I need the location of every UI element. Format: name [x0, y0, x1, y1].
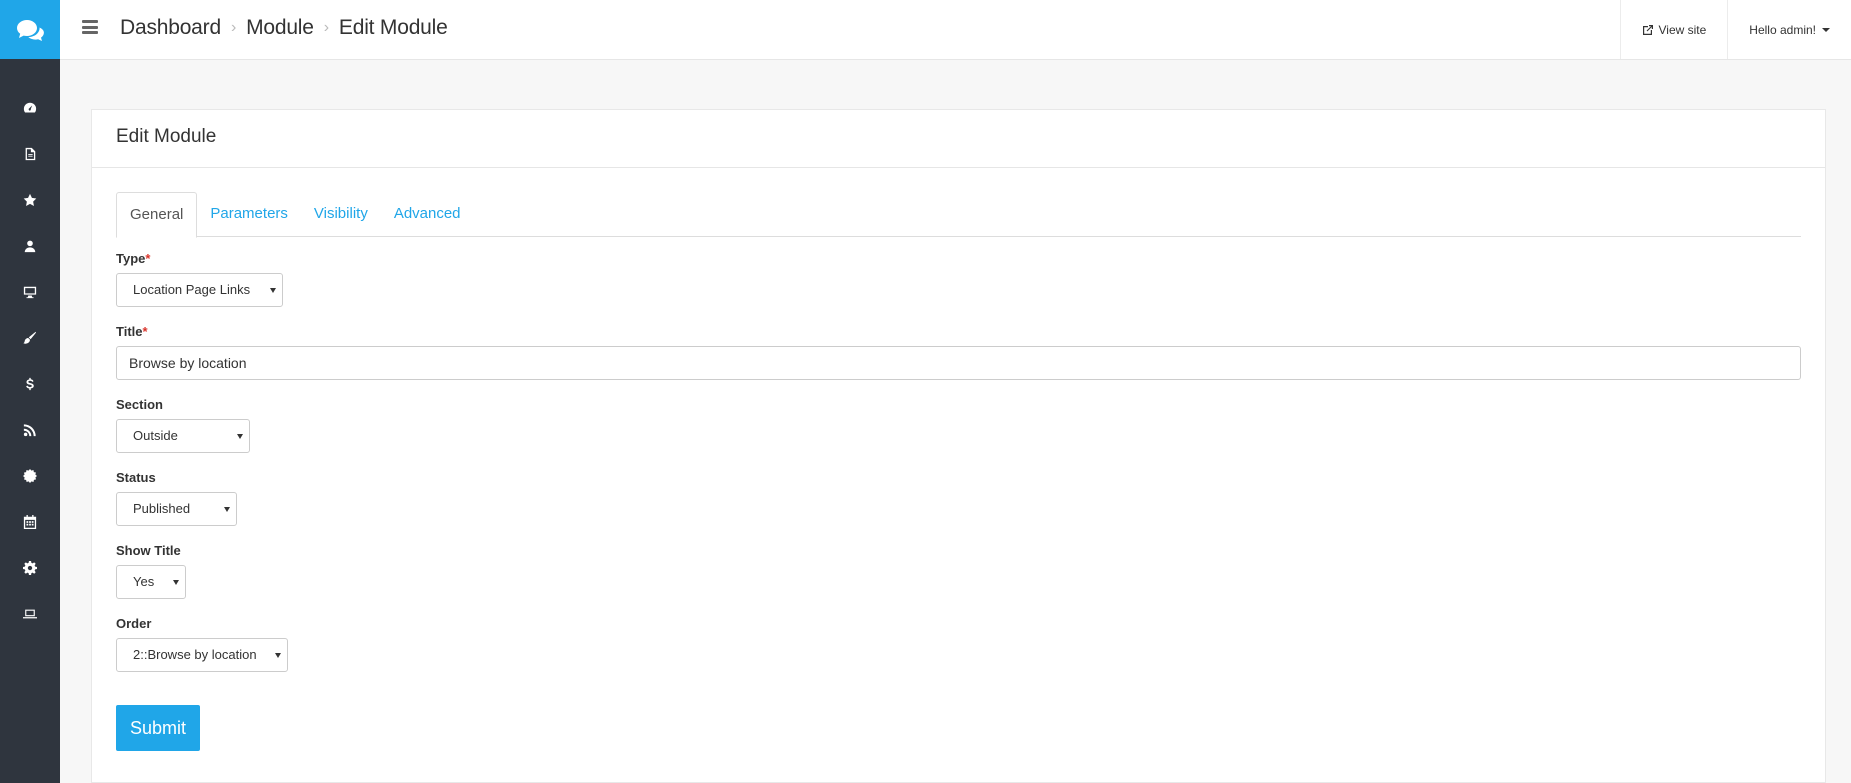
laptop-icon [23, 609, 37, 619]
tab-bar: General Parameters Visibility Advanced [116, 192, 1801, 238]
chat-bubbles-icon [17, 19, 44, 41]
sidebar-item-display[interactable] [0, 269, 60, 315]
star-icon [23, 193, 37, 206]
section-group: Section Outside [116, 397, 1801, 453]
title-label: Title* [116, 324, 148, 339]
desktop-icon [23, 286, 37, 299]
order-select-value: 2::Browse by location [133, 647, 257, 662]
sidebar-item-favorites[interactable] [0, 177, 60, 223]
tab-visibility[interactable]: Visibility [301, 192, 381, 237]
panel-body: General Parameters Visibility Advanced T… [92, 168, 1825, 751]
order-group: Order 2::Browse by location [116, 616, 1801, 672]
status-select[interactable]: Published [116, 492, 237, 526]
status-select-value: Published [133, 501, 191, 516]
caret-down-icon [1822, 27, 1830, 32]
status-label: Status [116, 470, 156, 485]
sidebar-item-pages[interactable] [0, 131, 60, 177]
sidebar-item-system[interactable] [0, 591, 60, 637]
logo[interactable] [0, 0, 60, 59]
sidebar-item-payments[interactable] [0, 361, 60, 407]
menu-toggle-icon[interactable] [82, 20, 98, 34]
title-group: Title* [116, 324, 1801, 380]
view-site-link[interactable]: View site [1620, 0, 1727, 59]
section-label: Section [116, 397, 163, 412]
required-mark: * [145, 251, 151, 266]
sidebar-item-feeds[interactable] [0, 407, 60, 453]
paint-brush-icon [23, 331, 36, 344]
edit-module-panel: Edit Module General Parameters Visibilit… [91, 109, 1826, 783]
order-label: Order [116, 616, 152, 631]
dropdown-arrow-icon [270, 288, 276, 293]
calendar-icon [23, 515, 37, 529]
show-title-select[interactable]: Yes [116, 565, 186, 599]
file-icon [25, 147, 36, 161]
breadcrumb-module[interactable]: Module [246, 16, 314, 40]
user-menu[interactable]: Hello admin! [1727, 0, 1851, 59]
module-form: Type* Location Page Links Title* Section… [116, 251, 1801, 751]
user-icon [24, 240, 36, 253]
chevron-right-icon: › [230, 19, 237, 36]
dropdown-arrow-icon [275, 653, 281, 658]
sidebar-item-events[interactable] [0, 499, 60, 545]
type-select-value: Location Page Links [133, 282, 251, 297]
user-greeting: Hello admin! [1749, 22, 1816, 37]
required-mark: * [142, 324, 148, 339]
topbar-actions: View site Hello admin! [1620, 0, 1851, 59]
order-select[interactable]: 2::Browse by location [116, 638, 288, 672]
external-link-icon [1643, 24, 1654, 35]
tab-parameters[interactable]: Parameters [197, 192, 301, 237]
show-title-group: Show Title Yes [116, 543, 1801, 599]
dollar-icon [26, 377, 34, 391]
show-title-label: Show Title [116, 543, 181, 558]
sidebar-item-users[interactable] [0, 223, 60, 269]
gear-icon [23, 561, 37, 575]
dashboard-icon [23, 102, 37, 113]
sidebar-item-appearance[interactable] [0, 315, 60, 361]
dropdown-arrow-icon [224, 507, 230, 512]
panel-title: Edit Module [92, 110, 1825, 168]
tab-general[interactable]: General [116, 192, 198, 238]
sidebar-item-dashboard[interactable] [0, 85, 60, 131]
sidebar-item-settings[interactable] [0, 545, 60, 591]
certificate-icon [23, 469, 37, 483]
breadcrumb: Dashboard › Module › Edit Module [120, 16, 448, 40]
dropdown-arrow-icon [237, 434, 243, 439]
dropdown-arrow-icon [173, 580, 179, 585]
tab-advanced[interactable]: Advanced [381, 192, 474, 237]
sidebar-menu [0, 59, 60, 637]
section-select-value: Outside [133, 428, 178, 443]
type-label: Type* [116, 251, 151, 266]
section-select[interactable]: Outside [116, 419, 250, 453]
type-group: Type* Location Page Links [116, 251, 1801, 307]
type-select[interactable]: Location Page Links [116, 273, 283, 307]
topbar: Dashboard › Module › Edit Module View si… [60, 0, 1851, 60]
status-group: Status Published [116, 470, 1801, 526]
breadcrumb-dashboard[interactable]: Dashboard [120, 16, 221, 40]
title-input[interactable] [116, 346, 1801, 380]
view-site-label: View site [1658, 22, 1707, 37]
show-title-select-value: Yes [133, 574, 155, 589]
sidebar [0, 0, 60, 783]
submit-button[interactable]: Submit [116, 705, 200, 751]
sidebar-item-badges[interactable] [0, 453, 60, 499]
rss-icon [23, 424, 36, 437]
chevron-right-icon: › [323, 19, 329, 36]
breadcrumb-current: Edit Module [338, 16, 448, 39]
